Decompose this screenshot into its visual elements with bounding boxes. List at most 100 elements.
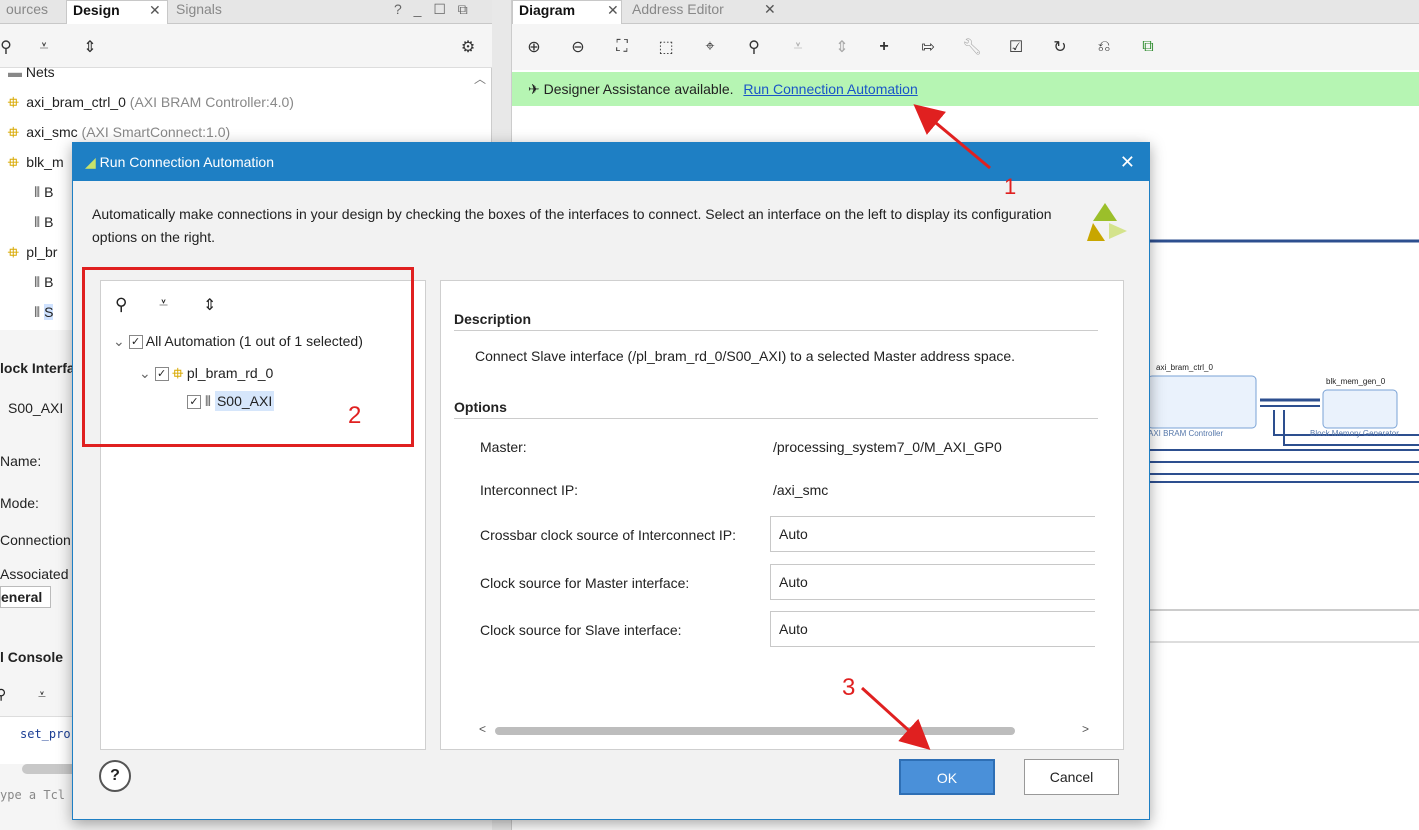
tree-label: B <box>44 214 54 230</box>
diagram-toolbar: ⊕ ⊖ ⛶ ⬚ ⌖ ⚲ ⩡ ⇕ + ⇰ 🔧︎ ☑ ↻ ⎌ ⧉ <box>512 24 1419 70</box>
dialog-description: Automatically make connections in your d… <box>92 206 1052 245</box>
tab-signals[interactable]: Signals <box>170 0 228 24</box>
tab-general[interactable]: eneral <box>0 586 52 608</box>
tree-detail: (AXI BRAM Controller:4.0) <box>129 94 294 110</box>
close-icon[interactable]: ✕ <box>607 1 619 19</box>
port-icon[interactable]: ⧉ <box>1136 34 1160 60</box>
ip-icon: ⯐ <box>8 94 19 110</box>
tree-row[interactable]: ⯐ blk_m <box>8 148 64 176</box>
interface-name: S00_AXI <box>8 400 64 416</box>
description-body: Connect Slave interface (/pl_bram_rd_0/S… <box>475 348 1016 364</box>
slave-clock-select[interactable]: Auto <box>770 611 1095 647</box>
scroll-right-icon[interactable]: > <box>1082 722 1089 736</box>
scroll-up-icon[interactable]: ︿ <box>474 70 486 87</box>
tree-row-nets[interactable]: ▬ Nets <box>8 58 55 86</box>
block-title: axi_bram_ctrl_0 <box>1156 363 1213 372</box>
run-connection-automation-dialog: ◢ Run Connection Automation ✕ Automatica… <box>72 142 1150 820</box>
slave-clock-label: Clock source for Slave interface: <box>480 622 682 638</box>
interface-icon: ⦀ <box>34 184 41 200</box>
interface-icon: ⦀ <box>34 214 41 230</box>
associated-label: Associated <box>0 566 69 582</box>
tree-label: blk_m <box>26 154 64 170</box>
annotation-label-3: 3 <box>842 674 856 701</box>
tree-row[interactable]: ⦀ S <box>34 298 54 326</box>
window-controls[interactable]: ? _ ☐ ⧉ <box>388 0 478 24</box>
expand-icon[interactable]: ⇕ <box>78 34 102 60</box>
description-header: Description <box>454 311 532 327</box>
dialog-title: Run Connection Automation <box>99 154 275 170</box>
tree-detail: (AXI SmartConnect:1.0) <box>81 124 231 140</box>
collapse-icon[interactable]: ⩡ <box>786 34 810 60</box>
console-title: l Console <box>0 649 64 665</box>
master-clock-select[interactable]: Auto <box>770 564 1095 600</box>
tcl-input[interactable]: ype a Tcl <box>0 788 65 802</box>
block-label: Block Memory Generator <box>1310 429 1399 438</box>
add-ip-icon[interactable]: + <box>872 34 896 60</box>
annotation-box-2 <box>82 267 414 447</box>
interconnect-label: Interconnect IP: <box>480 482 579 498</box>
master-value: /processing_system7_0/M_AXI_GP0 <box>773 439 1002 455</box>
collapse-all-icon[interactable]: ⩡ <box>32 34 56 60</box>
tree-label: Nets <box>25 64 55 80</box>
refresh-icon[interactable]: ↻ <box>1048 34 1072 60</box>
tree-row[interactable]: ⦀ B <box>34 268 53 296</box>
gear-icon[interactable]: ⚙ <box>456 34 480 60</box>
annotation-label-2: 2 <box>348 402 362 429</box>
name-label: Name: <box>0 453 42 469</box>
validate-icon[interactable]: ☑ <box>1004 34 1028 60</box>
tree-label: B <box>44 274 54 290</box>
crossbar-clock-label: Crossbar clock source of Interconnect IP… <box>480 527 736 543</box>
expand-icon[interactable]: ⇕ <box>830 34 854 60</box>
tree-row[interactable]: ⦀ B <box>34 178 53 206</box>
help-button[interactable]: ? <box>99 760 131 792</box>
tab-sources[interactable]: ources <box>0 0 54 24</box>
crossbar-clock-select[interactable]: Auto <box>770 516 1095 552</box>
close-icon[interactable]: ✕ <box>149 1 161 19</box>
block-label: AXI BRAM Controller <box>1148 429 1224 438</box>
regenerate-icon[interactable]: ⎌ <box>1092 34 1116 60</box>
collapse-all-icon[interactable]: ⩡ <box>38 686 46 703</box>
master-clock-label: Clock source for Master interface: <box>480 575 690 591</box>
zoom-fit-icon[interactable]: ⛶ <box>610 34 634 60</box>
interconnect-value: /axi_smc <box>773 482 829 498</box>
divider <box>454 330 1098 331</box>
close-icon[interactable]: ✕ <box>1120 143 1135 181</box>
close-icon[interactable]: ✕ <box>764 0 776 18</box>
zoom-area-icon[interactable]: ⬚ <box>654 34 678 60</box>
divider <box>454 418 1098 419</box>
console-line: set_pro <box>20 727 71 741</box>
left-toolbar: ⚲ ⩡ ⇕ ⚙ <box>0 24 492 68</box>
ok-button[interactable]: OK <box>899 759 995 795</box>
annotation-label-1: 1 <box>1004 174 1017 199</box>
master-label: Master: <box>480 439 527 455</box>
tree-label: B <box>44 184 54 200</box>
search-icon[interactable]: ⚲ <box>0 686 6 703</box>
tab-diagram[interactable]: Diagram ✕ <box>512 0 622 24</box>
zoom-out-icon[interactable]: ⊖ <box>566 34 590 60</box>
ip-icon: ⯐ <box>8 124 19 140</box>
zoom-in-icon[interactable]: ⊕ <box>522 34 546 60</box>
cancel-button[interactable]: Cancel <box>1024 759 1119 795</box>
tab-design[interactable]: Design ✕ <box>66 0 168 24</box>
tree-row[interactable]: ⯐ pl_br <box>8 238 57 266</box>
tree-label: axi_smc <box>26 124 78 140</box>
horizontal-scrollbar[interactable] <box>495 727 1015 735</box>
folder-icon: ▬ <box>8 64 22 80</box>
tab-address-editor-label: Address Editor <box>632 1 724 17</box>
wrench-icon[interactable]: 🔧︎ <box>960 34 984 60</box>
tree-row[interactable]: ⯐ axi_bram_ctrl_0 (AXI BRAM Controller:4… <box>8 88 294 116</box>
ip-icon: ⯐ <box>8 244 19 260</box>
tab-address-editor[interactable]: Address Editor ✕ <box>626 0 786 24</box>
search-icon[interactable]: ⚲ <box>0 34 18 60</box>
left-tab-bar: ources Design ✕ Signals ? _ ☐ ⧉ <box>0 0 492 24</box>
search-icon[interactable]: ⚲ <box>742 34 766 60</box>
ip-icon: ⯐ <box>8 154 19 170</box>
tab-design-label: Design <box>73 2 120 18</box>
tree-row[interactable]: ⦀ B <box>34 208 53 236</box>
target-icon[interactable]: ⌖ <box>698 34 722 60</box>
scroll-left-icon[interactable]: < <box>479 722 486 736</box>
block-title: blk_mem_gen_0 <box>1326 377 1386 386</box>
interface-icon: ⦀ <box>34 274 41 290</box>
connect-icon[interactable]: ⇰ <box>916 34 940 60</box>
options-header: Options <box>454 399 507 415</box>
